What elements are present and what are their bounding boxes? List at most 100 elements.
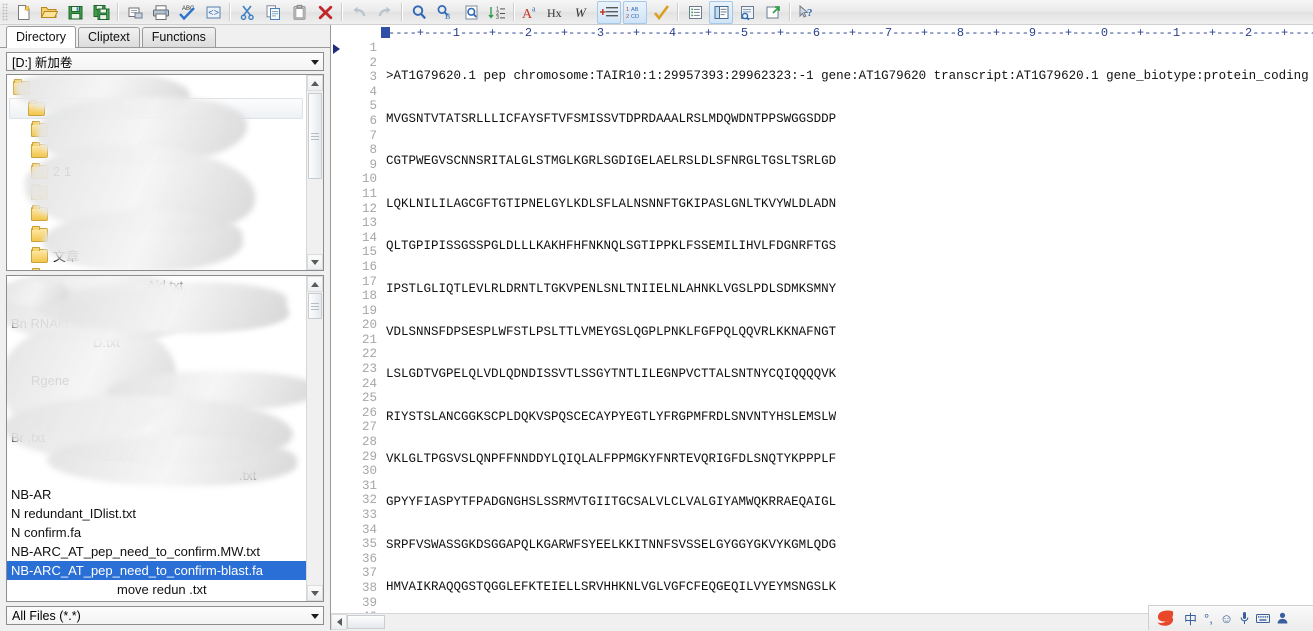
scroll-up-button[interactable] — [307, 276, 323, 292]
open-folder-icon[interactable] — [37, 1, 61, 24]
tree-item[interactable] — [7, 182, 307, 203]
tree-item[interactable]: 文章 — [7, 245, 307, 266]
list-item[interactable] — [7, 409, 307, 428]
svg-text:AB: AB — [631, 7, 639, 13]
ime-keyboard-icon[interactable] — [1256, 613, 1271, 624]
output-window-icon[interactable] — [735, 1, 759, 24]
word-wrap-icon[interactable]: W — [571, 1, 595, 24]
chevron-down-icon[interactable] — [311, 613, 319, 619]
redo-arrow-icon[interactable] — [373, 1, 397, 24]
line-number: 37 — [361, 566, 377, 581]
chevron-down-icon[interactable] — [311, 59, 319, 65]
column-mode-icon[interactable]: 1 AB 2 CD — [623, 0, 647, 24]
help-pointer-icon[interactable]: ? — [795, 1, 819, 24]
tab-directory[interactable]: Directory — [6, 26, 77, 48]
file-filter-combobox[interactable]: All Files (*.*) — [6, 606, 324, 625]
list-item[interactable]: NB-ARC_BOL_SLA_p — [7, 599, 307, 601]
paste-clipboard-icon[interactable] — [287, 1, 311, 24]
list-vertical-scrollbar[interactable] — [306, 276, 323, 601]
replace-icon[interactable]: B — [433, 1, 457, 24]
scroll-thumb[interactable] — [308, 93, 322, 179]
list-item[interactable]: Aid.txt — [7, 276, 307, 295]
save-all-icon[interactable] — [89, 1, 113, 24]
list-item[interactable]: D.txt — [7, 333, 307, 352]
list-item[interactable]: Bn RNAid.txt — [7, 314, 307, 333]
selection-margin[interactable] — [331, 41, 343, 613]
list-item[interactable] — [7, 352, 307, 371]
scroll-left-button[interactable] — [331, 614, 347, 630]
ime-emoji-icon[interactable]: ☺ — [1220, 611, 1233, 626]
find-in-files-icon[interactable] — [459, 1, 483, 24]
print-preview-icon[interactable] — [123, 1, 147, 24]
drive-combobox[interactable]: [D:] 新加卷 — [6, 52, 324, 71]
cut-scissors-icon[interactable] — [235, 1, 259, 24]
tree-item[interactable] — [7, 119, 307, 140]
list-item[interactable]: .txt — [7, 466, 307, 485]
list-item[interactable]: .D.txt — [7, 447, 307, 466]
line-number: 38 — [361, 580, 377, 595]
font-format-icon[interactable]: Aa — [519, 1, 543, 24]
toolbar-grip[interactable] — [2, 3, 8, 21]
new-file-icon[interactable] — [11, 1, 35, 24]
tree-item[interactable] — [7, 224, 307, 245]
copy-icon[interactable] — [261, 1, 285, 24]
list-item-label: Rgene — [31, 373, 70, 388]
print-icon[interactable] — [149, 1, 173, 24]
list-item-selected[interactable]: NB-ARC_AT_pep_need_to_confirm-blast.fa — [7, 561, 307, 580]
external-window-icon[interactable] — [761, 1, 785, 24]
list-item[interactable] — [7, 390, 307, 409]
tree-item[interactable]: 2 1 — [7, 161, 307, 182]
tree-item[interactable] — [7, 266, 307, 270]
line-number: 18 — [361, 289, 377, 304]
tree-vertical-scrollbar[interactable] — [306, 75, 323, 270]
folder-tree[interactable]: 2 1 文章 — [6, 74, 324, 271]
svg-text:1: 1 — [626, 7, 629, 13]
ime-toolbar[interactable]: 中 °, ☺ — [1148, 605, 1313, 630]
sogou-logo-icon[interactable] — [1155, 609, 1177, 628]
html-tag-icon[interactable]: <> — [201, 1, 225, 24]
list-item[interactable]: move redun .txt — [7, 580, 307, 599]
file-filter-value: All Files (*.*) — [12, 608, 81, 623]
editor-viewport[interactable]: 1 2 3 4 5 6 7 8 9 10 11 12 13 14 15 16 1 — [331, 41, 1313, 613]
panel-tabstrip: Directory Cliptext Functions — [0, 25, 330, 48]
hscroll-thumb[interactable] — [347, 615, 385, 629]
tab-cliptext[interactable]: Cliptext — [78, 27, 140, 47]
scroll-down-button[interactable] — [307, 585, 323, 601]
goto-line-icon[interactable]: 123 — [485, 1, 509, 24]
tree-item[interactable] — [7, 203, 307, 224]
file-list[interactable]: Aid.txt Bn RNAid.txt D.txt Rgene Br .txt… — [6, 275, 324, 602]
insert-mode-icon[interactable] — [597, 0, 621, 24]
file-filter-row: All Files (*.*) — [0, 602, 330, 630]
scroll-up-button[interactable] — [307, 75, 323, 91]
file-tabs-icon[interactable] — [709, 0, 733, 24]
line-number: 33 — [361, 508, 377, 522]
list-item[interactable]: Rgene — [7, 371, 307, 390]
tab-functions[interactable]: Functions — [141, 27, 216, 47]
ime-voice-icon[interactable] — [1240, 611, 1249, 625]
save-icon[interactable] — [63, 1, 87, 24]
text-editor[interactable]: ----+----1----+----2----+----3----+----4… — [331, 25, 1313, 630]
toolbar-separator — [513, 3, 515, 21]
list-item[interactable] — [7, 295, 307, 314]
tree-item[interactable] — [7, 140, 307, 161]
tree-item[interactable] — [9, 98, 303, 119]
scroll-thumb[interactable] — [308, 293, 322, 319]
find-magnifier-icon[interactable] — [407, 1, 431, 24]
list-item[interactable]: NB-ARC_AT_pep_need_to_confirm.MW.txt — [7, 542, 307, 561]
list-item[interactable]: N redundant_IDlist.txt — [7, 504, 307, 523]
spell-check-icon[interactable]: ABC — [175, 1, 199, 24]
list-view-icon[interactable] — [683, 1, 707, 24]
code-content[interactable]: >AT1G79620.1 pep chromosome:TAIR10:1:299… — [382, 41, 1313, 613]
delete-x-icon[interactable] — [313, 1, 337, 24]
ime-language-icon[interactable]: 中 — [1184, 609, 1197, 628]
ime-punctuation-icon[interactable]: °, — [1204, 611, 1213, 626]
spell-ok-icon[interactable] — [649, 1, 673, 24]
tree-item[interactable] — [7, 77, 307, 98]
undo-arrow-icon[interactable] — [347, 1, 371, 24]
list-item[interactable]: Br .txt — [7, 428, 307, 447]
ime-user-icon[interactable] — [1277, 612, 1288, 624]
list-item[interactable]: NB-AR — [7, 485, 307, 504]
hex-edit-icon[interactable]: Hx — [545, 1, 569, 24]
list-item[interactable]: N confirm.fa — [7, 523, 307, 542]
scroll-down-button[interactable] — [307, 254, 323, 270]
